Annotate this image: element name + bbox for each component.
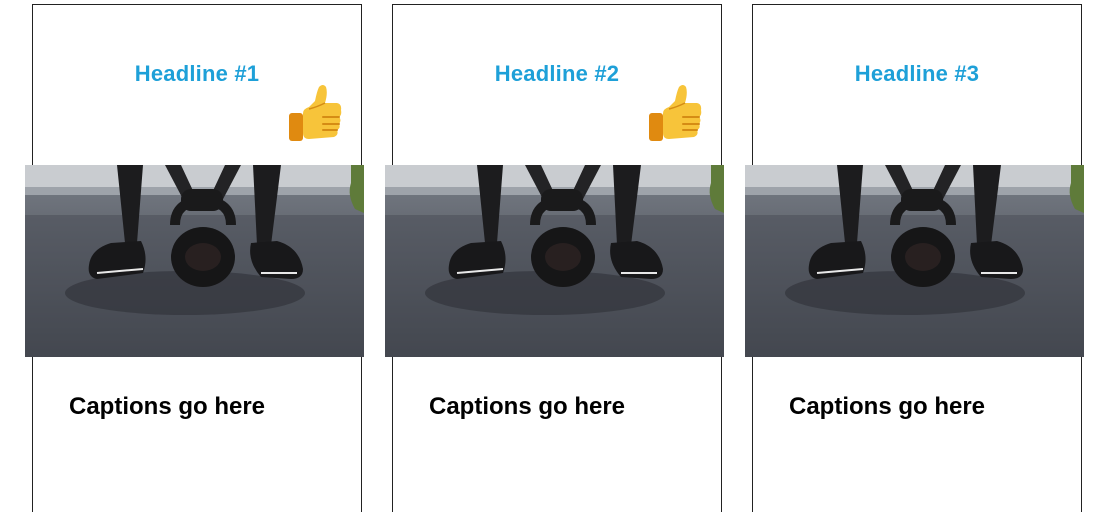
card-caption: Captions go here	[69, 393, 266, 420]
thumbs-up-icon[interactable]	[647, 83, 703, 143]
thumbs-up-icon[interactable]	[287, 83, 343, 143]
card-caption: Captions go here	[429, 393, 626, 420]
kettlebell-photo	[25, 165, 364, 357]
card-2: Headline #2 Captions go here	[392, 4, 722, 512]
kettlebell-photo	[745, 165, 1084, 357]
card-1: Headline #1 Captions go here	[32, 4, 362, 512]
card-headline: Headline #3	[854, 61, 980, 86]
card-caption: Captions go here	[789, 393, 986, 420]
card-3: Headline #3 Captions go here	[752, 4, 1082, 512]
kettlebell-photo	[385, 165, 724, 357]
